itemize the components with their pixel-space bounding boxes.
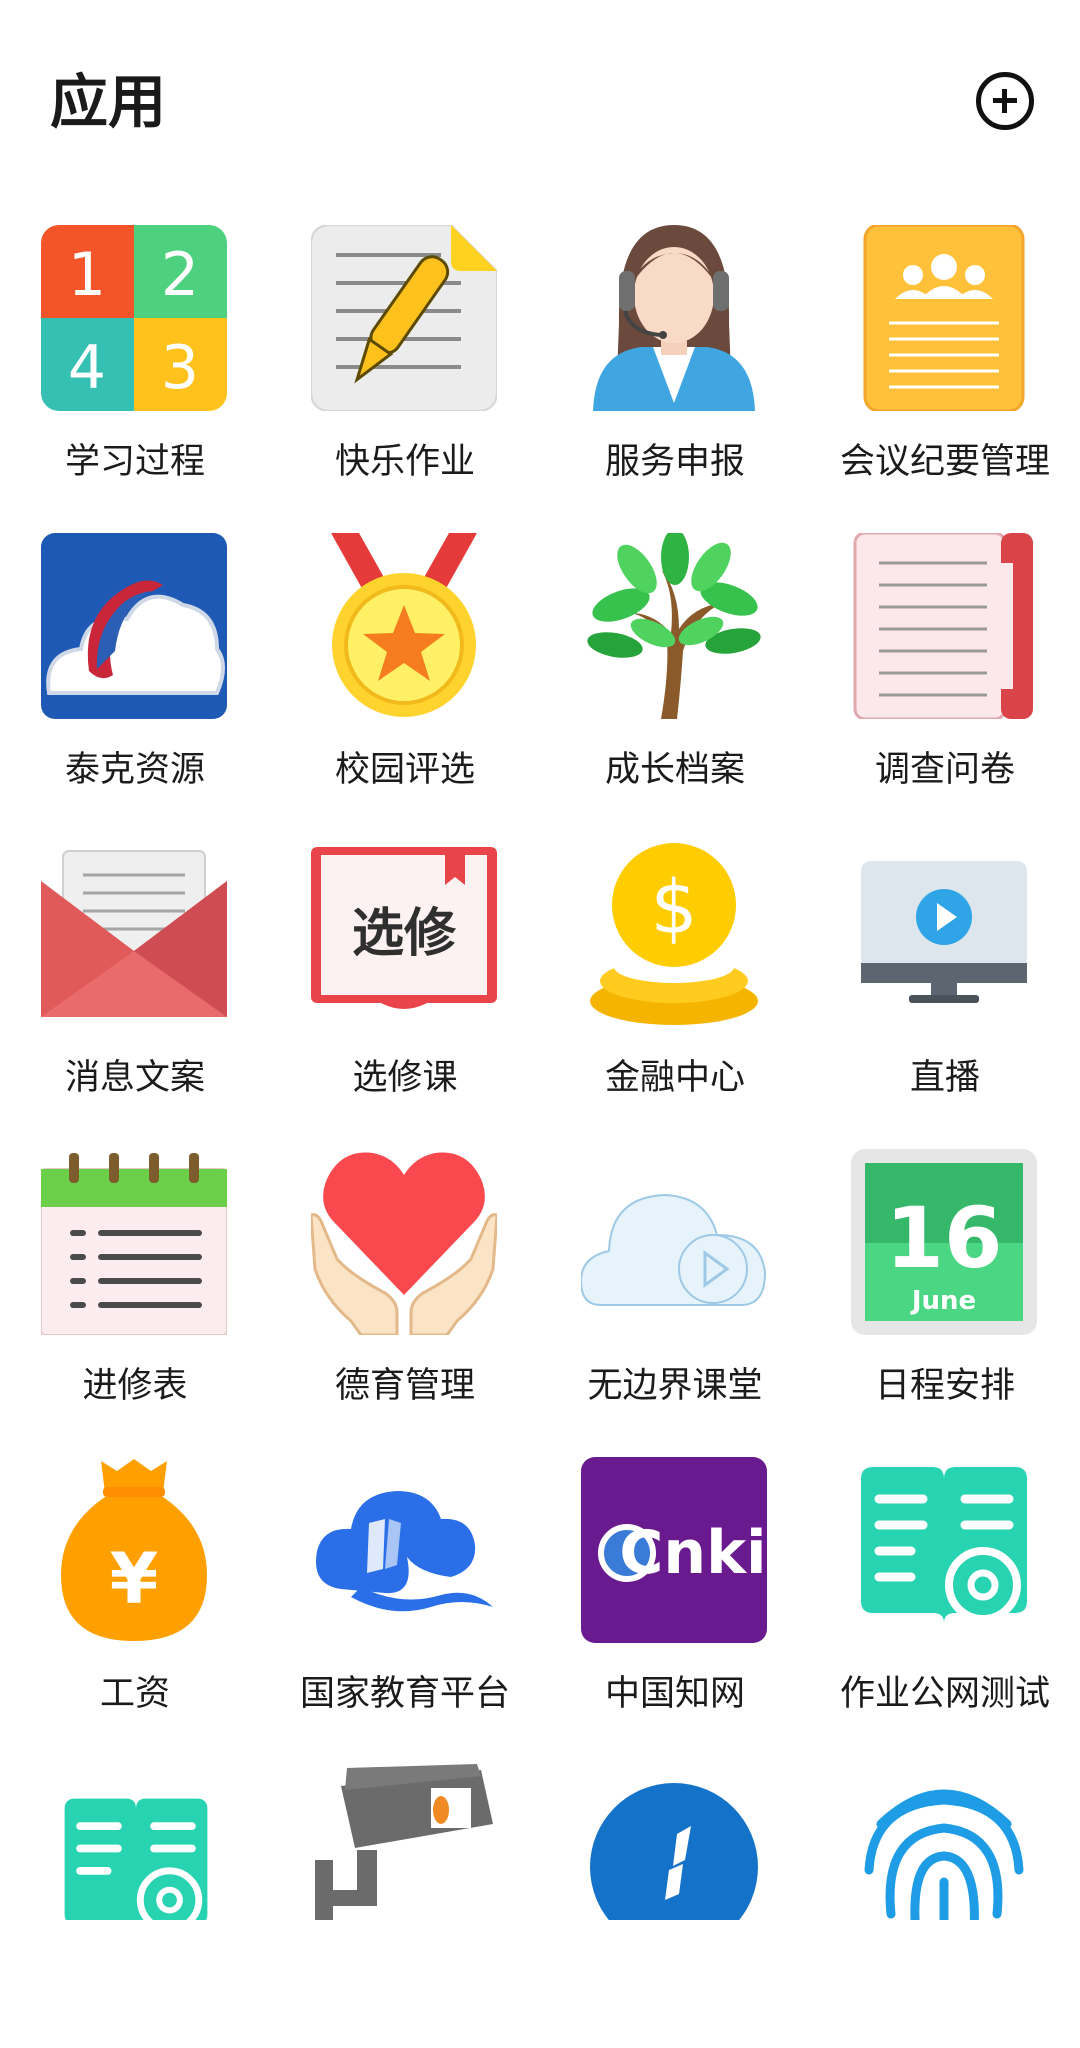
- app-label: 中国知网: [604, 1674, 745, 1714]
- app-item-cnki[interactable]: Cnki 中国知网: [540, 1432, 810, 1740]
- cloud-play-icon: [581, 1149, 767, 1335]
- coins-icon: $: [581, 841, 767, 1027]
- fingerprint-icon: [851, 1774, 1037, 1920]
- svg-text:4: 4: [68, 333, 106, 403]
- app-item-live[interactable]: 直播: [810, 816, 1080, 1124]
- app-label: 国家教育平台: [299, 1674, 510, 1714]
- app-item-camera[interactable]: [270, 1740, 540, 2048]
- app-item-message-copy[interactable]: 消息文案: [0, 816, 270, 1124]
- app-label: 消息文案: [64, 1058, 205, 1098]
- camera-icon: [311, 1764, 497, 1920]
- tree-icon: [581, 533, 767, 719]
- calendar-list-icon: [41, 1149, 227, 1335]
- app-label: 作业公网测试: [839, 1674, 1050, 1714]
- app-label: 工资: [99, 1674, 170, 1714]
- app-item-study-process[interactable]: 1 2 4 3 学习过程: [0, 200, 270, 508]
- app-label: 进修表: [82, 1366, 188, 1406]
- app-label: 校园评选: [334, 750, 475, 790]
- app-item-salary[interactable]: ¥ 工资: [0, 1432, 270, 1740]
- calendar-month: June: [910, 1286, 976, 1316]
- app-item-book-gear[interactable]: [0, 1740, 270, 2048]
- cnki-icon: Cnki: [581, 1457, 767, 1643]
- education-cloud-icon: [311, 1457, 497, 1643]
- app-label: 调查问卷: [874, 750, 1015, 790]
- numbers-grid-icon: 1 2 4 3: [41, 225, 227, 411]
- monitor-play-icon: [851, 841, 1037, 1027]
- calendar-day: 16: [886, 1189, 1003, 1287]
- dolphin-cloud-icon: [41, 533, 227, 719]
- book-gear-icon: [851, 1457, 1037, 1643]
- coins-icon-text: $: [650, 865, 697, 951]
- money-bag-icon: ¥: [41, 1457, 227, 1643]
- app-label: 快乐作业: [334, 442, 475, 482]
- app-label: 会议纪要管理: [839, 442, 1050, 482]
- app-label: 服务申报: [604, 442, 745, 482]
- envelope-icon: [41, 841, 227, 1027]
- page-title: 应用: [50, 68, 167, 136]
- app-item-blue-circle[interactable]: [540, 1740, 810, 2048]
- app-item-study-form[interactable]: 进修表: [0, 1124, 270, 1432]
- scroll-icon: [851, 533, 1037, 719]
- app-label: 无边界课堂: [587, 1366, 763, 1406]
- app-item-campus-selection[interactable]: 校园评选: [270, 508, 540, 816]
- app-item-moral-management[interactable]: 德育管理: [270, 1124, 540, 1432]
- svg-text:1: 1: [68, 240, 106, 310]
- app-item-national-education-platform[interactable]: 国家教育平台: [270, 1432, 540, 1740]
- app-item-elective-course[interactable]: 选修 选修课: [270, 816, 540, 1124]
- plus-circle-icon[interactable]: [976, 72, 1034, 130]
- book-icon-text: 选修: [352, 904, 457, 964]
- app-item-finance-center[interactable]: $ 金融中心: [540, 816, 810, 1124]
- app-label: 直播: [909, 1058, 980, 1098]
- app-item-homework-public-test[interactable]: 作业公网测试: [810, 1432, 1080, 1740]
- svg-text:2: 2: [161, 240, 199, 310]
- app-label: 日程安排: [874, 1366, 1015, 1406]
- app-item-borderless-classroom[interactable]: 无边界课堂: [540, 1124, 810, 1432]
- header: 应用: [0, 0, 1080, 200]
- heart-hands-icon: [311, 1149, 497, 1335]
- app-item-happy-homework[interactable]: 快乐作业: [270, 200, 540, 508]
- medal-icon: [311, 533, 497, 719]
- app-label: 成长档案: [604, 750, 745, 790]
- svg-text:3: 3: [161, 333, 199, 403]
- app-label: 泰克资源: [64, 750, 205, 790]
- app-label: 德育管理: [334, 1366, 475, 1406]
- app-label: 选修课: [352, 1058, 458, 1098]
- date-calendar-icon: 16 June: [851, 1149, 1037, 1335]
- meeting-notes-icon: [851, 225, 1037, 411]
- customer-service-icon: [581, 225, 767, 411]
- app-item-tech-resources[interactable]: 泰克资源: [0, 508, 270, 816]
- book-icon: 选修: [311, 841, 497, 1027]
- app-label: 金融中心: [604, 1058, 745, 1098]
- app-item-schedule[interactable]: 16 June 日程安排: [810, 1124, 1080, 1432]
- book-gear-icon: [56, 1790, 216, 1920]
- app-item-service-report[interactable]: 服务申报: [540, 200, 810, 508]
- app-label: 学习过程: [64, 442, 205, 482]
- money-bag-icon-text: ¥: [110, 1538, 159, 1620]
- pen-document-icon: [311, 225, 497, 411]
- app-item-fingerprint[interactable]: [810, 1740, 1080, 2048]
- blue-circle-icon: [581, 1774, 767, 1920]
- app-item-survey[interactable]: 调查问卷: [810, 508, 1080, 816]
- app-item-meeting-minutes[interactable]: 会议纪要管理: [810, 200, 1080, 508]
- app-item-growth-archive[interactable]: 成长档案: [540, 508, 810, 816]
- cnki-icon-text: Cnki: [619, 1518, 766, 1588]
